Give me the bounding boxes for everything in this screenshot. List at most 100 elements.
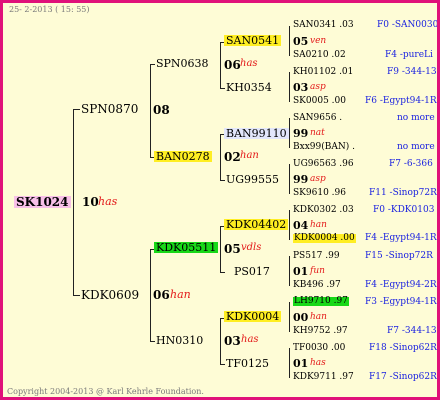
pedigree-panel: 25- 2-2013 ( 15: 55) Copyright 2004-2013… <box>0 0 440 400</box>
gen4-year: 04 <box>293 219 309 232</box>
gen4-source: F4 -Egypt94-2R <box>365 280 437 290</box>
connector <box>220 42 221 88</box>
gen4-source: F18 -Sinop62R <box>369 343 437 353</box>
gen3-race: has <box>240 58 258 69</box>
gen3-id[interactable]: PS017 <box>234 266 270 277</box>
connector <box>220 134 221 180</box>
gen4-source: F9 -344-13 <box>387 67 437 77</box>
gen2-race: han <box>240 150 259 161</box>
gen4-source: F4 -Egypt94-1R <box>365 233 437 243</box>
gen3-id[interactable]: TF0125 <box>226 358 269 369</box>
gen4-race: fun <box>310 266 325 276</box>
connector <box>150 249 151 341</box>
gen2-year: 02 <box>224 150 241 164</box>
connector <box>73 109 80 110</box>
gen4-race: nat <box>310 128 325 138</box>
connector <box>289 72 290 102</box>
gen4-source: F11 -Sinop72R <box>369 188 437 198</box>
connector <box>289 210 290 240</box>
gen4-id[interactable]: SK0005 .00 <box>293 97 346 106</box>
gen4-year: 99 <box>293 173 309 186</box>
gen2-id[interactable]: KDK05511 <box>154 242 219 253</box>
gen4-source: F7 -344-13 <box>387 326 437 336</box>
gen4-source: F6 -Egypt94-1R <box>365 96 437 106</box>
connector <box>289 302 290 332</box>
gen4-id[interactable]: SAN9656 . <box>293 114 342 123</box>
gen2-race: has <box>241 334 259 345</box>
gen4-source: F17 -Sinop62R <box>369 372 437 382</box>
gen2-id[interactable]: HN0310 <box>156 335 203 346</box>
gen3-id[interactable]: UG99555 <box>226 174 279 185</box>
gen4-year: 01 <box>293 265 309 278</box>
gen2-race: vdls <box>241 242 262 253</box>
gen4-id[interactable]: UG96563 .96 <box>293 160 354 169</box>
gen4-id[interactable]: KDK0004 .00 <box>293 234 356 243</box>
connector <box>220 318 221 364</box>
gen4-id[interactable]: KDK9711 .97 <box>293 373 354 382</box>
gen4-id[interactable]: SK9610 .96 <box>293 189 346 198</box>
gen4-source: F3 -Egypt94-1R <box>365 297 437 307</box>
connector <box>289 348 290 378</box>
gen4-id[interactable]: SAN0341 .03 <box>293 21 354 30</box>
gen2-year: 03 <box>224 334 241 348</box>
gen4-id[interactable]: LH9710 .97 <box>293 297 349 306</box>
gen2-year: 05 <box>224 242 241 256</box>
connector <box>73 295 80 296</box>
connector <box>220 88 225 89</box>
connector <box>150 64 155 65</box>
gen4-year: 99 <box>293 127 309 140</box>
gen3-id[interactable]: SAN0541 <box>224 35 282 46</box>
connector <box>150 64 151 157</box>
sire-year: 08 <box>153 103 170 117</box>
gen4-source: F15 -Sinop72R <box>365 251 433 261</box>
connector <box>150 341 155 342</box>
dam-year: 06 <box>153 288 170 302</box>
gen4-source: F7 -6-366 <box>389 159 433 169</box>
gen4-race: han <box>310 220 327 230</box>
gen3-id[interactable]: KDK0004 <box>224 311 282 322</box>
root-id[interactable]: SK1024 <box>14 196 71 208</box>
gen4-year: 01 <box>293 357 309 370</box>
gen4-source: no more <box>397 113 435 123</box>
gen2-id[interactable]: BAN0278 <box>154 151 212 162</box>
dam-id[interactable]: KDK0609 <box>81 289 139 301</box>
gen4-source: F0 -SAN0030 <box>377 20 439 30</box>
gen4-id[interactable]: KH9752 .97 <box>293 327 348 336</box>
connector <box>289 256 290 286</box>
copyright-text: Copyright 2004-2013 @ Karl Kehrle Founda… <box>7 387 204 396</box>
connector <box>73 109 74 295</box>
gen3-id[interactable]: KDK04402 <box>224 219 289 230</box>
gen4-source: F0 -KDK0103 <box>373 205 435 215</box>
gen4-id[interactable]: PS517 .99 <box>293 252 340 261</box>
gen2-id[interactable]: SPN0638 <box>156 58 209 69</box>
gen4-id[interactable]: SA0210 .02 <box>293 51 346 60</box>
connector <box>220 180 225 181</box>
gen4-year: 03 <box>293 81 309 94</box>
gen4-source: F4 -pureLi <box>385 50 433 60</box>
root-race: has <box>98 195 118 208</box>
connector <box>220 226 221 272</box>
gen4-year: 05 <box>293 35 309 48</box>
connector <box>289 26 290 56</box>
gen3-id[interactable]: BAN99110 <box>224 128 289 139</box>
gen4-race: asp <box>310 174 326 184</box>
connector <box>289 118 290 148</box>
gen4-race: ven <box>310 36 327 46</box>
gen4-id[interactable]: TF0030 .00 <box>293 344 345 353</box>
gen4-id[interactable]: Bxx99(BAN) . <box>293 143 355 152</box>
gen4-id[interactable]: KH01102 .01 <box>293 68 353 77</box>
gen4-year: 00 <box>293 311 309 324</box>
dam-race: han <box>170 288 191 301</box>
date-stamp: 25- 2-2013 ( 15: 55) <box>9 5 90 14</box>
gen4-race: has <box>310 358 326 368</box>
connector <box>220 364 225 365</box>
connector <box>289 164 290 194</box>
sire-id[interactable]: SPN0870 <box>81 103 138 115</box>
root-year: 10 <box>82 195 99 209</box>
gen4-id[interactable]: KDK0302 .03 <box>293 206 354 215</box>
gen4-id[interactable]: KB496 .97 <box>293 281 341 290</box>
connector <box>220 272 225 273</box>
gen3-id[interactable]: KH0354 <box>226 82 272 93</box>
gen3-year: 06 <box>224 58 241 72</box>
gen4-source: no more <box>397 142 435 152</box>
